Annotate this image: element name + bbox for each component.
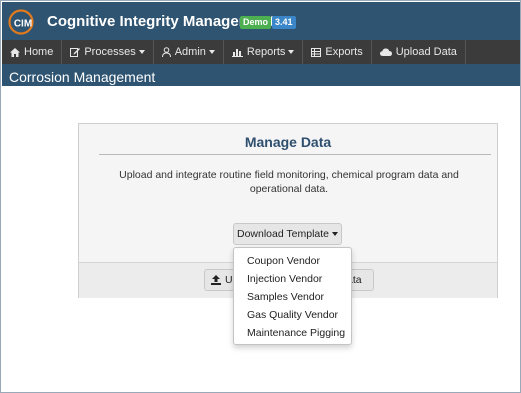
table-icon xyxy=(311,47,322,57)
chevron-down-icon xyxy=(208,50,215,54)
app-header: CIM Cognitive Integrity Management Demo … xyxy=(2,2,520,40)
edit-icon xyxy=(70,47,81,57)
app-window: CIM Cognitive Integrity Management Demo … xyxy=(0,0,521,393)
menu-item-injection-vendor[interactable]: Injection Vendor xyxy=(234,270,351,288)
nav-home[interactable]: Home xyxy=(2,40,63,64)
home-icon xyxy=(10,47,20,57)
cim-logo: CIM xyxy=(8,9,34,35)
nav-admin[interactable]: Admin xyxy=(154,40,224,64)
upload-icon xyxy=(211,275,221,285)
menu-item-gas-quality-vendor[interactable]: Gas Quality Vendor xyxy=(234,306,351,324)
panel-divider xyxy=(99,154,491,155)
page-title: Corrosion Management xyxy=(9,69,156,85)
demo-badge: Demo xyxy=(240,16,272,29)
main-nav: Home Processes Admin Reports Exports Upl… xyxy=(2,40,520,64)
menu-item-maintenance-pigging[interactable]: Maintenance Pigging xyxy=(234,324,351,342)
nav-upload-data-label: Upload Data xyxy=(395,46,457,58)
download-template-label: Download Template xyxy=(236,228,330,240)
nav-home-label: Home xyxy=(24,46,54,58)
version-badge: 3.41 xyxy=(272,16,296,29)
nav-exports-label: Exports xyxy=(325,46,363,58)
nav-upload-data[interactable]: Upload Data xyxy=(372,40,466,64)
user-icon xyxy=(161,47,171,57)
nav-admin-label: Admin xyxy=(174,46,206,58)
chevron-down-icon xyxy=(332,232,339,236)
cloud-icon xyxy=(379,48,392,56)
menu-item-samples-vendor[interactable]: Samples Vendor xyxy=(234,288,351,306)
menu-item-coupon-vendor[interactable]: Coupon Vendor xyxy=(234,252,351,270)
nav-processes-label: Processes xyxy=(84,46,136,58)
chevron-down-icon xyxy=(138,50,145,54)
download-template-menu: Coupon Vendor Injection Vendor Samples V… xyxy=(233,247,352,345)
panel-description: Upload and integrate routine field monit… xyxy=(119,169,459,195)
panel-heading: Manage Data xyxy=(244,134,332,150)
bar-chart-icon xyxy=(231,48,243,57)
nav-reports[interactable]: Reports xyxy=(224,40,304,64)
download-template-button[interactable]: Download Template xyxy=(233,223,342,245)
page-title-bar: Corrosion Management xyxy=(2,64,520,89)
nav-reports-label: Reports xyxy=(246,46,286,58)
nav-processes[interactable]: Processes xyxy=(62,40,154,64)
svg-text:CIM: CIM xyxy=(14,19,32,30)
chevron-down-icon xyxy=(288,50,295,54)
nav-exports[interactable]: Exports xyxy=(303,40,372,64)
